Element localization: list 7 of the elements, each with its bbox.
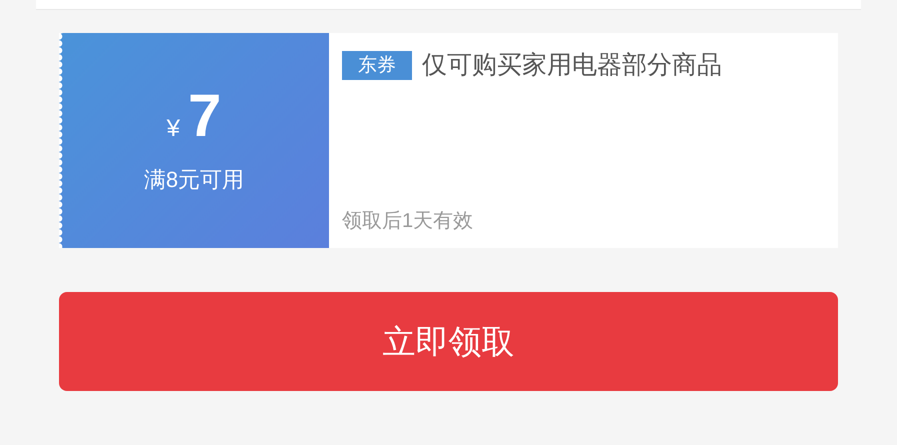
coupon-amount: 7 (188, 86, 222, 146)
coupon-validity: 领取后1天有效 (342, 209, 474, 234)
claim-button[interactable]: 立即领取 (59, 292, 838, 391)
coupon-title: 仅可购买家用电器部分商品 (422, 50, 722, 81)
currency-symbol: ¥ (166, 114, 180, 144)
coupon-condition: 满8元可用 (144, 166, 244, 194)
coupon-tag: 东券 (342, 51, 412, 80)
